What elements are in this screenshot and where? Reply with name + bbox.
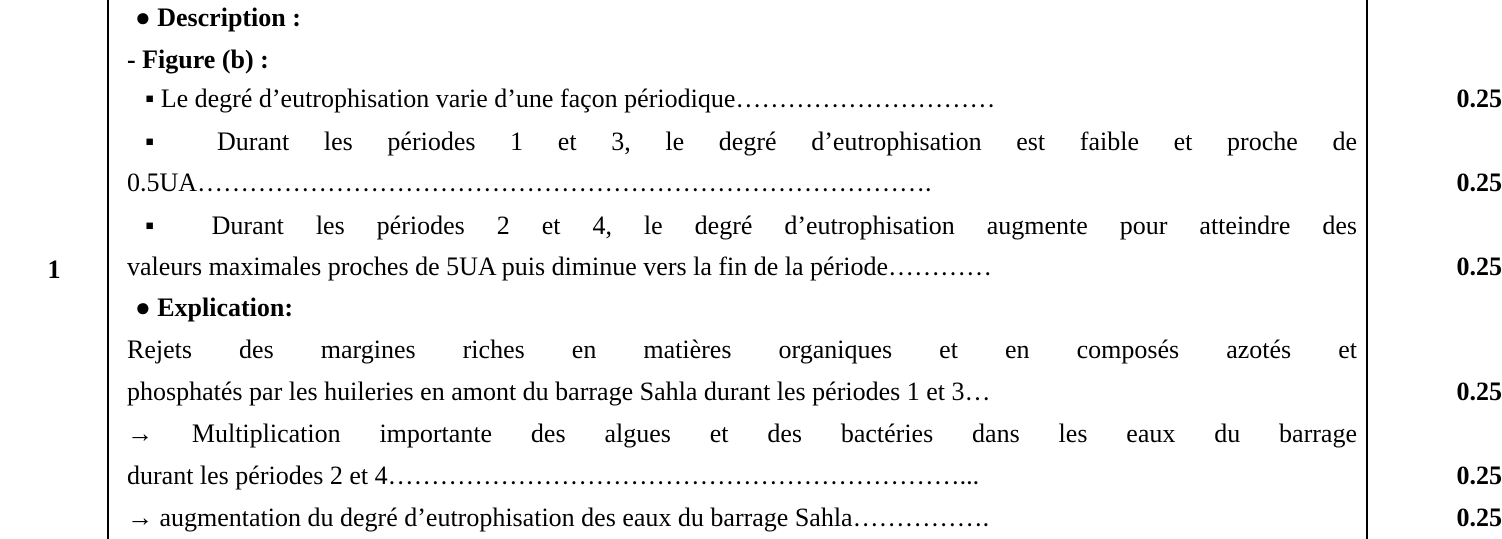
question-number-cell: 1 bbox=[0, 0, 108, 539]
description-line-5: valeurs maximales proches de 5UA puis di… bbox=[127, 252, 993, 281]
description-line-2: ▪ Durant les périodes 1 et 3, le degré d… bbox=[145, 127, 1357, 156]
answer-table: 1 ● Description : - Figure (b) : ▪ Le de… bbox=[0, 0, 1502, 539]
description-line-4: ▪ Durant les périodes 2 et 4, le degré d… bbox=[145, 211, 1357, 240]
figure-label: - Figure (b) : bbox=[127, 45, 269, 74]
column-divider-right bbox=[1366, 0, 1368, 539]
explication-line-4: durant les périodes 2 et 4……………………………………… bbox=[127, 461, 980, 490]
score-3: 0.25 bbox=[1456, 252, 1502, 281]
score-5: 0.25 bbox=[1456, 461, 1502, 490]
question-number: 1 bbox=[47, 254, 61, 284]
explication-line-3: → Multiplication importante des algues e… bbox=[127, 419, 1357, 448]
explication-line-2: phosphatés par les huileries en amont du… bbox=[127, 377, 991, 406]
explication-heading: ● Explication: bbox=[135, 293, 293, 322]
score-6: 0.25 bbox=[1456, 503, 1502, 532]
description-line-3: 0.5UA…………………………………………………………………………. bbox=[127, 168, 932, 197]
score-2: 0.25 bbox=[1456, 168, 1502, 197]
description-line-1: ▪ Le degré d’eutrophisation varie d’une … bbox=[145, 84, 996, 113]
explication-line-1: Rejets des margines riches en matières o… bbox=[127, 335, 1357, 364]
score-4: 0.25 bbox=[1456, 377, 1502, 406]
description-heading: ● Description : bbox=[135, 3, 301, 32]
explication-line-5: → augmentation du degré d’eutrophisation… bbox=[127, 503, 990, 532]
score-1: 0.25 bbox=[1456, 84, 1502, 113]
